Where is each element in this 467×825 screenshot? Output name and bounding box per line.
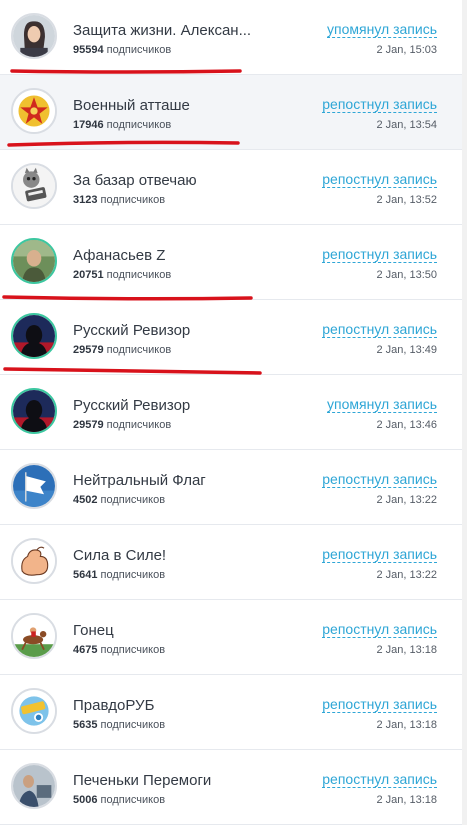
list-item[interactable]: Военный атташе 17946 подписчиков репостн… <box>0 75 462 150</box>
subscriber-count: 5006 подписчиков <box>73 794 165 806</box>
channel-name[interactable]: Сила в Силе! <box>73 547 166 564</box>
channel-name[interactable]: Печеньки Перемоги <box>73 772 211 789</box>
action-link[interactable]: упомянул запись <box>327 21 437 38</box>
subscriber-label: подписчиков <box>100 719 166 731</box>
list-item[interactable]: Защита жизни. Алексан... 95594 подписчик… <box>0 0 462 75</box>
action-link[interactable]: репостнул запись <box>322 696 437 713</box>
action-link[interactable]: репостнул запись <box>322 621 437 638</box>
subscriber-count: 17946 подписчиков <box>73 119 171 131</box>
subscriber-count: 5641 подписчиков <box>73 569 165 581</box>
list-item[interactable]: За базар отвечаю 3123 подписчиков репост… <box>0 150 462 225</box>
subscriber-count: 29579 подписчиков <box>73 344 171 356</box>
channel-name[interactable]: Нейтральный Флаг <box>73 472 206 489</box>
subscriber-count: 5635 подписчиков <box>73 719 165 731</box>
avatar[interactable] <box>11 763 57 809</box>
avatar[interactable] <box>11 613 57 659</box>
list-item[interactable]: Сила в Силе! 5641 подписчиков репостнул … <box>0 525 462 600</box>
timestamp: 2 Jan, 13:46 <box>376 419 437 431</box>
subscriber-label: подписчиков <box>100 794 166 806</box>
channel-name[interactable]: За базар отвечаю <box>73 172 197 189</box>
avatar[interactable] <box>11 13 57 59</box>
subscriber-number: 5006 <box>73 794 98 806</box>
channel-name[interactable]: Военный атташе <box>73 97 190 114</box>
channel-name[interactable]: Русский Ревизор <box>73 322 190 339</box>
subscriber-number: 5635 <box>73 719 98 731</box>
list-item[interactable]: Афанасьев Z 20751 подписчиков репостнул … <box>0 225 462 300</box>
avatar[interactable] <box>11 238 57 284</box>
subscriber-label: подписчиков <box>100 644 166 656</box>
subscriber-label: подписчиков <box>106 344 172 356</box>
scrollbar[interactable] <box>462 0 467 825</box>
action-link[interactable]: репостнул запись <box>322 171 437 188</box>
mentions-list: Защита жизни. Алексан... 95594 подписчик… <box>0 0 462 825</box>
subscriber-label: подписчиков <box>100 194 166 206</box>
timestamp: 2 Jan, 13:50 <box>376 269 437 281</box>
subscriber-count: 3123 подписчиков <box>73 194 165 206</box>
subscriber-number: 20751 <box>73 269 104 281</box>
subscriber-number: 29579 <box>73 419 104 431</box>
channel-name[interactable]: ПравдоРУБ <box>73 697 154 714</box>
subscriber-count: 95594 подписчиков <box>73 44 171 56</box>
action-link[interactable]: репостнул запись <box>322 96 437 113</box>
list-item[interactable]: Гонец 4675 подписчиков репостнул запись … <box>0 600 462 675</box>
subscriber-number: 29579 <box>73 344 104 356</box>
subscriber-count: 4502 подписчиков <box>73 494 165 506</box>
subscriber-count: 20751 подписчиков <box>73 269 171 281</box>
timestamp: 2 Jan, 15:03 <box>376 44 437 56</box>
avatar[interactable] <box>11 388 57 434</box>
subscriber-count: 29579 подписчиков <box>73 419 171 431</box>
timestamp: 2 Jan, 13:49 <box>376 344 437 356</box>
timestamp: 2 Jan, 13:54 <box>376 119 437 131</box>
subscriber-number: 4675 <box>73 644 98 656</box>
timestamp: 2 Jan, 13:22 <box>376 569 437 581</box>
avatar[interactable] <box>11 463 57 509</box>
subscriber-number: 5641 <box>73 569 98 581</box>
action-link[interactable]: репостнул запись <box>322 771 437 788</box>
subscriber-label: подписчиков <box>106 419 172 431</box>
subscriber-number: 95594 <box>73 44 104 56</box>
list-item[interactable]: ПравдоРУБ 5635 подписчиков репостнул зап… <box>0 675 462 750</box>
timestamp: 2 Jan, 13:18 <box>376 644 437 656</box>
list-item[interactable]: Русский Ревизор 29579 подписчиков упомян… <box>0 375 462 450</box>
action-link[interactable]: репостнул запись <box>322 546 437 563</box>
channel-name[interactable]: Гонец <box>73 622 114 639</box>
action-link[interactable]: упомянул запись <box>327 396 437 413</box>
channel-name[interactable]: Афанасьев Z <box>73 247 165 264</box>
subscriber-number: 4502 <box>73 494 98 506</box>
subscriber-label: подписчиков <box>106 44 172 56</box>
avatar[interactable] <box>11 313 57 359</box>
timestamp: 2 Jan, 13:52 <box>376 194 437 206</box>
list-item[interactable]: Нейтральный Флаг 4502 подписчиков репост… <box>0 450 462 525</box>
list-item[interactable]: Русский Ревизор 29579 подписчиков репост… <box>0 300 462 375</box>
subscriber-label: подписчиков <box>106 269 172 281</box>
avatar[interactable] <box>11 88 57 134</box>
timestamp: 2 Jan, 13:18 <box>376 794 437 806</box>
channel-name[interactable]: Защита жизни. Алексан... <box>73 22 251 39</box>
subscriber-count: 4675 подписчиков <box>73 644 165 656</box>
channel-name[interactable]: Русский Ревизор <box>73 397 190 414</box>
avatar[interactable] <box>11 688 57 734</box>
subscriber-label: подписчиков <box>100 494 166 506</box>
avatar[interactable] <box>11 538 57 584</box>
avatar[interactable] <box>11 163 57 209</box>
action-link[interactable]: репостнул запись <box>322 471 437 488</box>
action-link[interactable]: репостнул запись <box>322 321 437 338</box>
timestamp: 2 Jan, 13:22 <box>376 494 437 506</box>
subscriber-label: подписчиков <box>100 569 166 581</box>
subscriber-label: подписчиков <box>106 119 172 131</box>
action-link[interactable]: репостнул запись <box>322 246 437 263</box>
list-item[interactable]: Печеньки Перемоги 5006 подписчиков репос… <box>0 750 462 825</box>
subscriber-number: 17946 <box>73 119 104 131</box>
timestamp: 2 Jan, 13:18 <box>376 719 437 731</box>
subscriber-number: 3123 <box>73 194 98 206</box>
